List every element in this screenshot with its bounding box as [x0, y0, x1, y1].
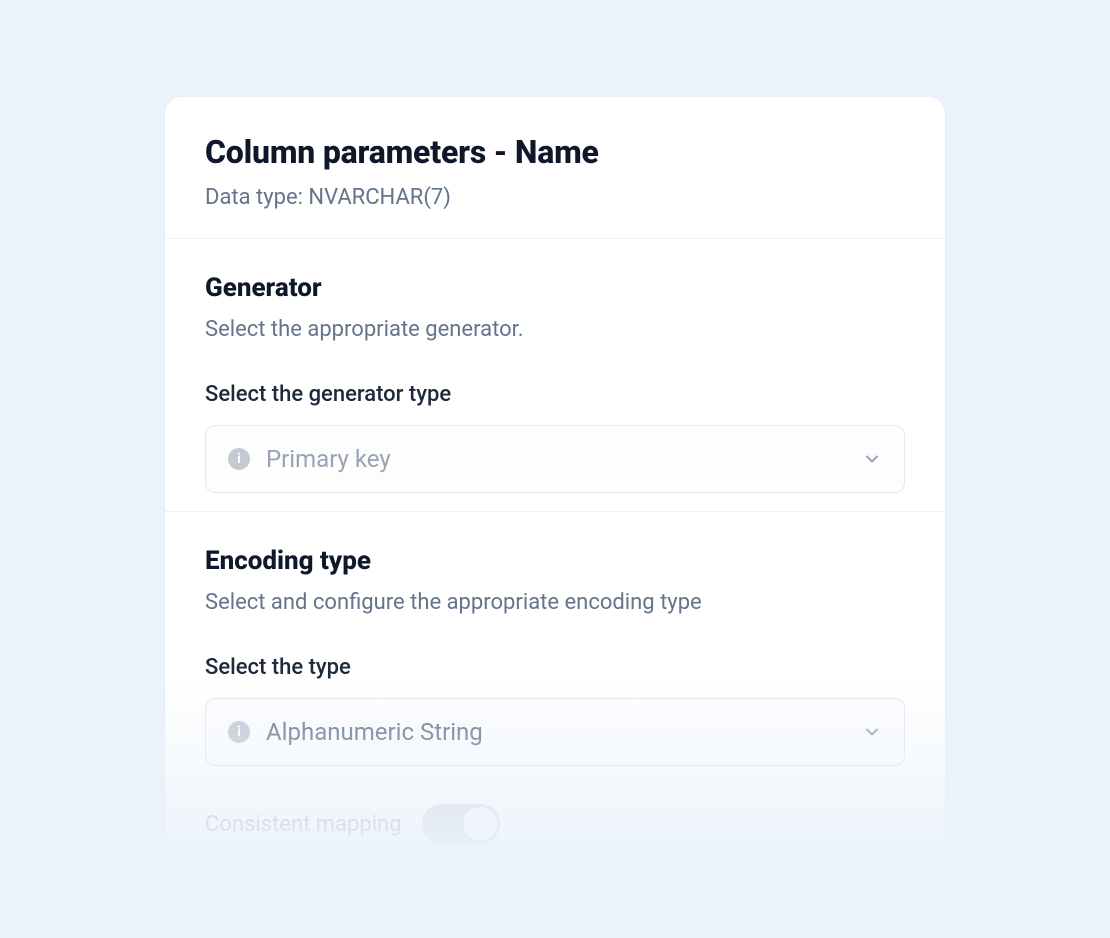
consistent-mapping-label: Consistent mapping	[205, 812, 402, 837]
info-icon: i	[228, 721, 250, 743]
consistent-mapping-row: Consistent mapping	[165, 774, 945, 844]
chevron-down-icon	[862, 449, 882, 469]
encoding-type-value: Alphanumeric String	[266, 718, 862, 746]
encoding-section: Encoding type Select and configure the a…	[165, 511, 945, 774]
toggle-knob	[463, 807, 497, 841]
encoding-type-label: Select the type	[205, 655, 905, 680]
chevron-down-icon	[862, 722, 882, 742]
column-parameters-panel: Column parameters - Name Data type: NVAR…	[164, 96, 946, 845]
encoding-section-desc: Select and configure the appropriate enc…	[205, 590, 905, 615]
panel-title: Column parameters - Name	[205, 133, 905, 171]
panel-header: Column parameters - Name Data type: NVAR…	[165, 97, 945, 239]
generator-type-value: Primary key	[266, 445, 862, 473]
encoding-type-select[interactable]: i Alphanumeric String	[205, 698, 905, 766]
generator-section-title: Generator	[205, 273, 905, 303]
generator-type-label: Select the generator type	[205, 382, 905, 407]
encoding-section-title: Encoding type	[205, 546, 905, 576]
panel-subtitle: Data type: NVARCHAR(7)	[205, 185, 905, 210]
generator-section: Generator Select the appropriate generat…	[165, 239, 945, 501]
info-icon: i	[228, 448, 250, 470]
generator-section-desc: Select the appropriate generator.	[205, 317, 905, 342]
consistent-mapping-toggle[interactable]	[422, 804, 500, 844]
generator-type-select[interactable]: i Primary key	[205, 425, 905, 493]
